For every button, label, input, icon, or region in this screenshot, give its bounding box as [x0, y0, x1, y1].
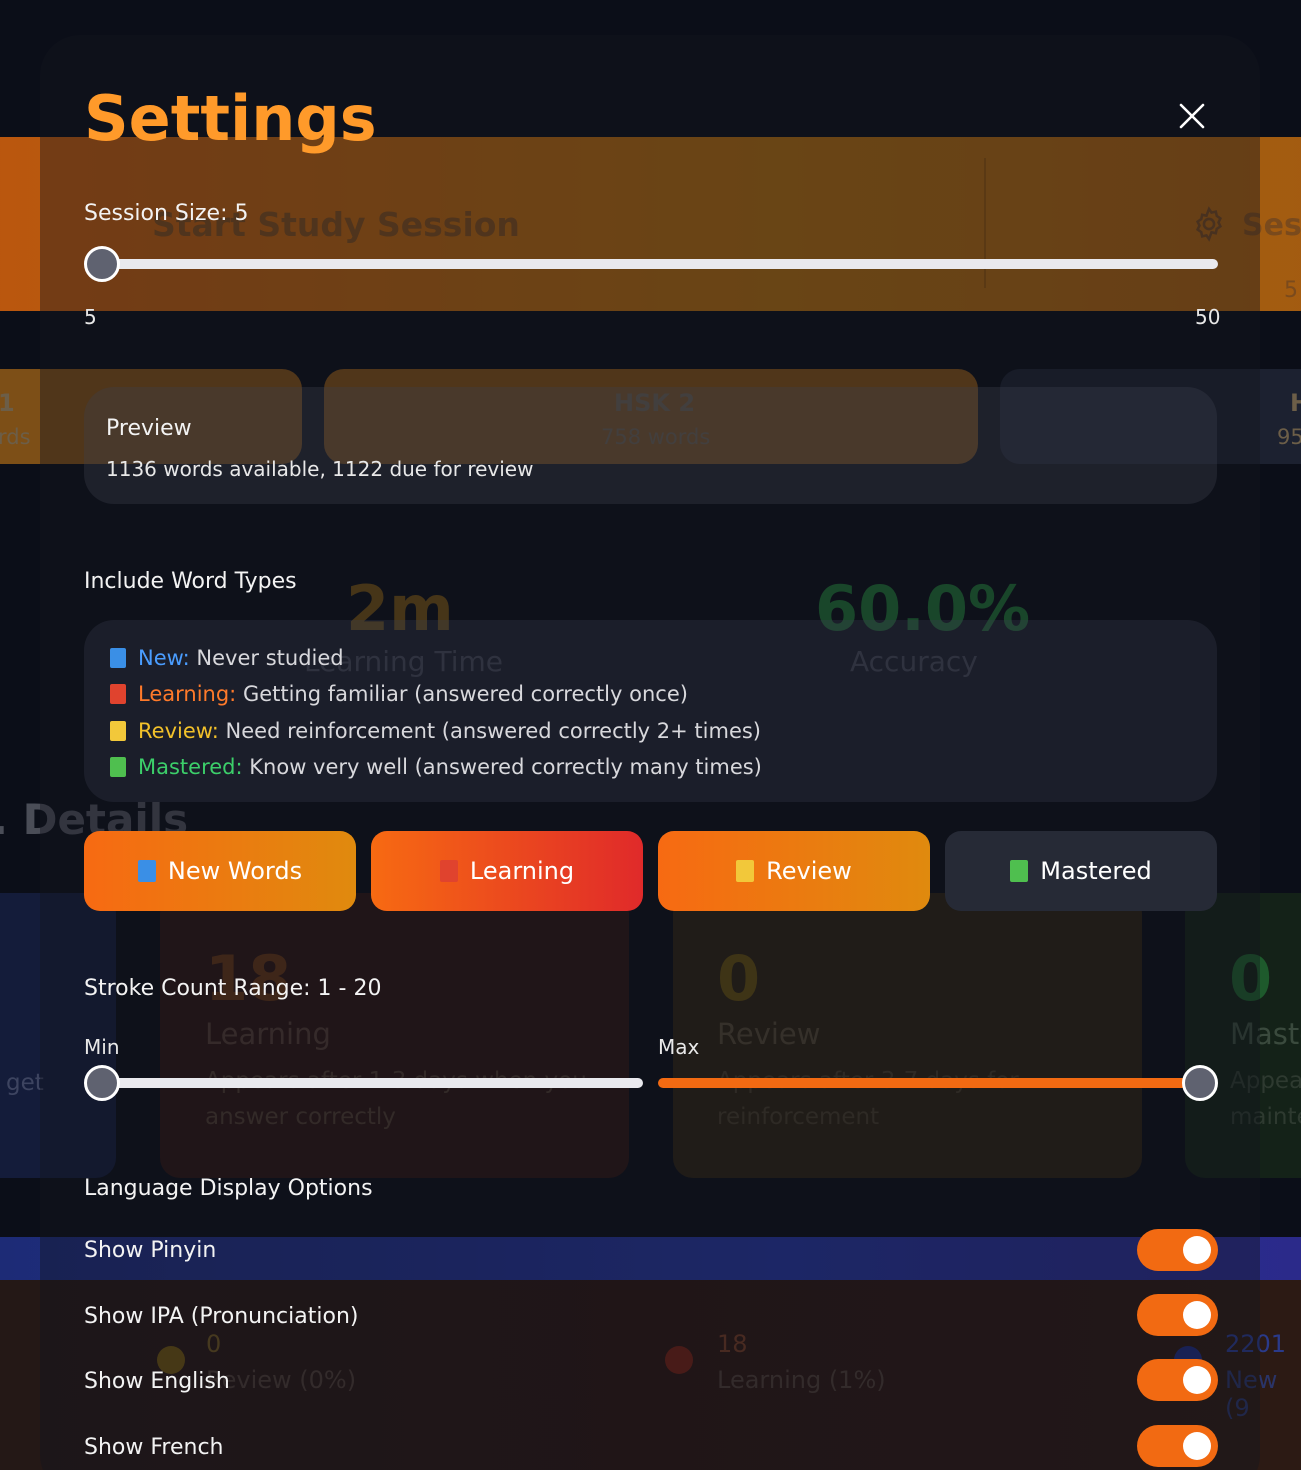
hsk-1-sub: rds [0, 425, 31, 449]
close-icon[interactable] [1172, 96, 1212, 136]
stroke-range-label: Stroke Count Range: 1 - 20 [84, 976, 382, 1001]
language-options-heading: Language Display Options [84, 1176, 373, 1201]
session-size-min-label: 5 [84, 305, 97, 329]
new-words-button[interactable]: New Words [84, 831, 356, 911]
session-size-slider-track[interactable] [90, 259, 1218, 269]
preview-text: 1136 words available, 1122 due for revie… [106, 457, 534, 481]
word-type-review-desc: Need reinforcement (answered correctly 2… [225, 719, 761, 743]
session-size-max-label: 50 [1195, 305, 1221, 329]
session-number-partial: 5 [1284, 278, 1298, 303]
preview-title: Preview [106, 416, 192, 441]
word-type-new-line: New: Never studied [110, 646, 344, 670]
word-type-mastered-line: Mastered: Know very well (answered corre… [110, 755, 762, 779]
show-pinyin-toggle[interactable] [1137, 1229, 1218, 1271]
stroke-min-slider-thumb[interactable] [84, 1065, 120, 1101]
word-types-heading: Include Word Types [84, 569, 297, 594]
show-ipa-label: Show IPA (Pronunciation) [84, 1304, 359, 1329]
stroke-max-slider-thumb[interactable] [1182, 1065, 1218, 1101]
toggle-knob [1183, 1301, 1211, 1329]
stroke-min-slider-track[interactable] [90, 1078, 643, 1088]
show-french-toggle[interactable] [1137, 1425, 1218, 1467]
stroke-max-slider-track[interactable] [658, 1078, 1206, 1088]
show-ipa-toggle[interactable] [1137, 1294, 1218, 1336]
yellow-notebook-icon [736, 860, 755, 882]
toggle-knob [1183, 1432, 1211, 1460]
mastered-button[interactable]: Mastered [945, 831, 1217, 911]
word-type-mastered-desc: Know very well (answered correctly many … [249, 755, 762, 779]
word-type-learning-line: Learning: Getting familiar (answered cor… [110, 682, 688, 706]
review-button-label: Review [766, 857, 852, 885]
word-type-new-name: New: [138, 646, 190, 670]
new-words-button-label: New Words [167, 857, 303, 885]
yellow-notebook-icon [110, 721, 126, 741]
session-size-slider-thumb[interactable] [84, 246, 120, 282]
word-type-learning-name: Learning: [138, 682, 237, 706]
word-type-learning-desc: Getting familiar (answered correctly onc… [242, 682, 688, 706]
settings-title: Settings [84, 82, 377, 155]
session-size-label: Session Size: 5 [84, 201, 249, 226]
preview-panel [84, 387, 1217, 504]
toggle-knob [1183, 1236, 1211, 1264]
toggle-knob [1183, 1366, 1211, 1394]
word-type-mastered-name: Mastered: [138, 755, 243, 779]
stroke-min-label: Min [84, 1035, 120, 1059]
stroke-max-label: Max [658, 1035, 700, 1059]
hsk-3-name: H [1290, 389, 1301, 417]
hsk-3-sub: 95 [1277, 425, 1301, 449]
blue-book-icon [110, 648, 126, 668]
mastered-button-label: Mastered [1040, 857, 1152, 885]
show-english-toggle[interactable] [1137, 1359, 1218, 1401]
green-book-icon [110, 757, 126, 777]
bg-card-new-partial: get [6, 1070, 44, 1096]
learning-button-label: Learning [469, 857, 575, 885]
hsk-1-name: 1 [0, 389, 15, 417]
word-type-new-desc: Never studied [196, 646, 344, 670]
blue-book-icon [137, 860, 156, 882]
green-book-icon [1010, 860, 1029, 882]
show-french-label: Show French [84, 1435, 224, 1460]
show-english-label: Show English [84, 1369, 230, 1394]
review-button[interactable]: Review [658, 831, 930, 911]
word-type-review-line: Review: Need reinforcement (answered cor… [110, 719, 761, 743]
word-type-review-name: Review: [138, 719, 219, 743]
red-book-icon [110, 684, 126, 704]
red-book-icon [439, 860, 458, 882]
learning-button[interactable]: Learning [371, 831, 643, 911]
show-pinyin-label: Show Pinyin [84, 1238, 217, 1263]
